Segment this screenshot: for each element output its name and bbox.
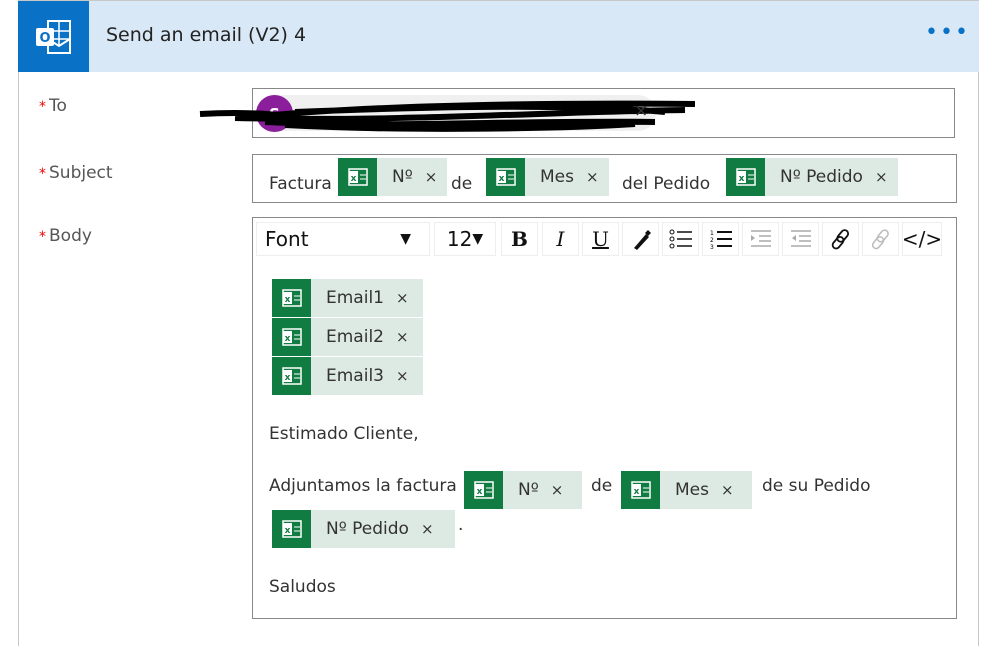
chevron-down-icon: ▼ bbox=[472, 231, 484, 247]
svg-text:x: x bbox=[350, 174, 356, 184]
body-token-email1[interactable]: x Email1 × bbox=[272, 279, 423, 317]
remove-token-button[interactable]: × bbox=[396, 328, 419, 346]
remove-token-button[interactable]: × bbox=[396, 289, 419, 307]
excel-icon: x bbox=[272, 318, 311, 356]
subject-text: del Pedido bbox=[622, 174, 711, 194]
body-text: de bbox=[591, 476, 613, 496]
body-period: . bbox=[458, 515, 464, 535]
bold-button[interactable]: B bbox=[501, 222, 538, 256]
subject-token-no-pedido[interactable]: x Nº Pedido × bbox=[726, 158, 898, 196]
indent-icon[interactable] bbox=[742, 222, 779, 256]
body-text: Adjuntamos la factura bbox=[269, 476, 457, 496]
italic-button[interactable]: I bbox=[542, 222, 579, 256]
svg-text:x: x bbox=[284, 526, 290, 536]
subject-token-mes[interactable]: x Mes × bbox=[486, 158, 609, 196]
outdent-icon[interactable] bbox=[782, 222, 819, 256]
svg-text:x: x bbox=[633, 487, 639, 497]
svg-text:x: x bbox=[476, 487, 482, 497]
font-size-value: 12 bbox=[446, 227, 473, 251]
svg-text:1: 1 bbox=[710, 230, 714, 237]
body-editor[interactable] bbox=[252, 217, 957, 619]
svg-text:2: 2 bbox=[710, 237, 714, 244]
font-size-dropdown[interactable]: 12 ▼ bbox=[434, 222, 496, 256]
body-token-mes[interactable]: x Mes × bbox=[621, 471, 752, 509]
excel-icon: x bbox=[486, 158, 525, 196]
numbered-list-icon[interactable]: 123 bbox=[702, 222, 739, 256]
body-closing: Saludos bbox=[269, 577, 336, 597]
excel-icon: x bbox=[621, 471, 660, 509]
body-token-email3[interactable]: x Email3 × bbox=[272, 357, 423, 395]
remove-token-button[interactable]: × bbox=[586, 168, 609, 186]
outlook-icon: O bbox=[18, 1, 89, 72]
code-view-button[interactable]: </> bbox=[902, 222, 942, 256]
svg-text:x: x bbox=[284, 373, 290, 383]
font-dropdown[interactable]: Font ▼ bbox=[256, 222, 430, 256]
body-token-email2[interactable]: x Email2 × bbox=[272, 318, 423, 356]
svg-text:x: x bbox=[284, 295, 290, 305]
subject-text: de bbox=[451, 174, 473, 194]
body-label: * Body bbox=[39, 226, 92, 246]
font-value: Font bbox=[265, 227, 309, 251]
remove-recipient-button[interactable]: × bbox=[634, 101, 648, 121]
remove-token-button[interactable]: × bbox=[721, 481, 744, 499]
remove-token-button[interactable]: × bbox=[551, 481, 574, 499]
to-label: * To bbox=[39, 96, 67, 116]
excel-icon: x bbox=[272, 510, 311, 548]
excel-icon: x bbox=[272, 357, 311, 395]
underline-button[interactable]: U bbox=[582, 222, 619, 256]
color-picker-icon[interactable] bbox=[622, 222, 659, 256]
remove-token-button[interactable]: × bbox=[421, 520, 444, 538]
link-icon[interactable] bbox=[822, 222, 859, 256]
subject-label: * Subject bbox=[39, 163, 113, 183]
excel-icon: x bbox=[464, 471, 503, 509]
body-token-no[interactable]: x Nº × bbox=[464, 471, 582, 509]
svg-text:3: 3 bbox=[710, 244, 714, 250]
excel-icon: x bbox=[338, 158, 377, 196]
remove-token-button[interactable]: × bbox=[875, 168, 898, 186]
svg-text:x: x bbox=[284, 334, 290, 344]
card-title: Send an email (V2) 4 bbox=[106, 24, 307, 46]
chevron-down-icon: ▼ bbox=[400, 231, 411, 247]
excel-icon: x bbox=[272, 279, 311, 317]
svg-text:x: x bbox=[738, 174, 744, 184]
more-options-icon[interactable]: ••• bbox=[925, 20, 970, 45]
remove-token-button[interactable]: × bbox=[396, 367, 419, 385]
svg-text:O: O bbox=[39, 31, 50, 46]
body-text: de su Pedido bbox=[762, 476, 871, 496]
unlink-icon[interactable] bbox=[862, 222, 899, 256]
subject-token-no[interactable]: x Nº × bbox=[338, 158, 448, 196]
svg-text:x: x bbox=[498, 174, 504, 184]
body-token-no-pedido[interactable]: x Nº Pedido × bbox=[272, 510, 455, 548]
body-greeting: Estimado Cliente, bbox=[269, 424, 419, 444]
remove-token-button[interactable]: × bbox=[425, 168, 448, 186]
bullet-list-icon[interactable] bbox=[662, 222, 699, 256]
excel-icon: x bbox=[726, 158, 765, 196]
redaction-scribble bbox=[199, 100, 696, 132]
subject-text: Factura bbox=[269, 174, 332, 194]
